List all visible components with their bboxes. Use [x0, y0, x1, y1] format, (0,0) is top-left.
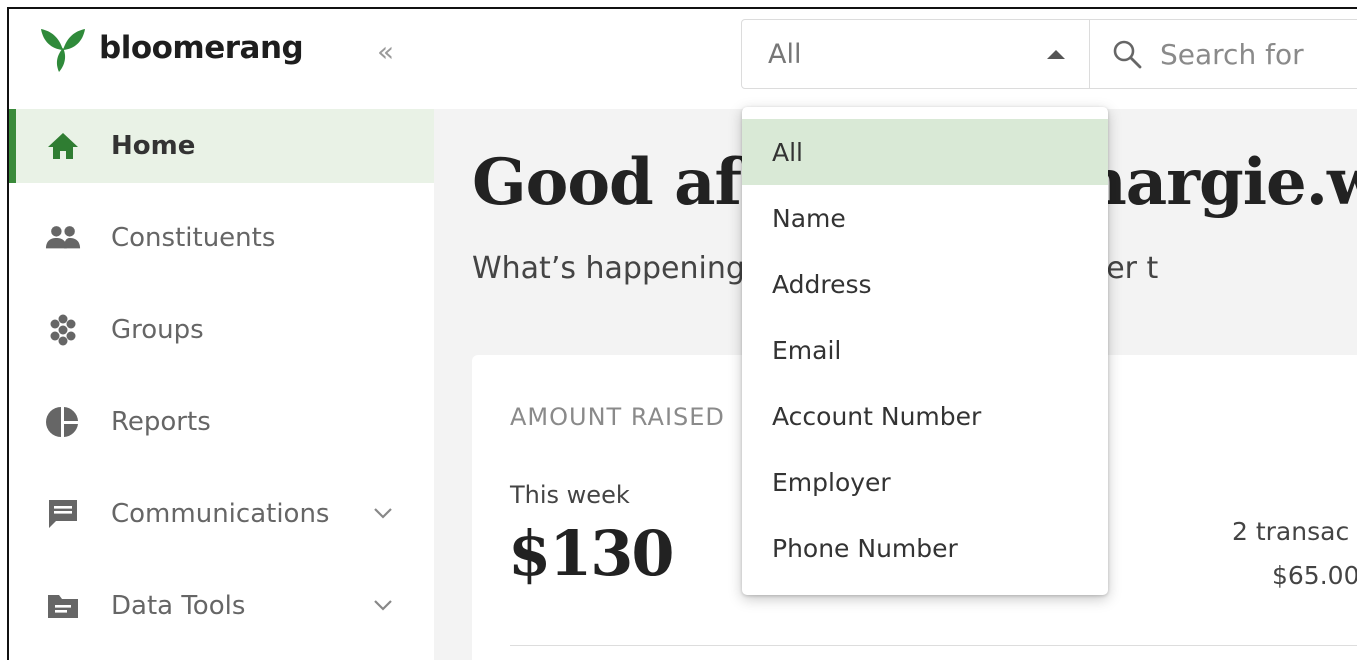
- amount-value: $130: [508, 517, 675, 590]
- sidebar-item-label: Reports: [111, 407, 211, 437]
- dropdown-option-employer[interactable]: Employer: [742, 449, 1108, 515]
- dropdown-option-email[interactable]: Email: [742, 317, 1108, 383]
- search-scope-select[interactable]: All: [742, 20, 1090, 88]
- sidebar-item-label: Communications: [111, 499, 330, 529]
- average-amount: $65.00: [1272, 561, 1357, 590]
- sidebar-item-label: Data Tools: [111, 591, 246, 621]
- sidebar-item-home[interactable]: Home: [9, 109, 434, 183]
- sidebar-item-label: Home: [111, 131, 196, 161]
- pie-chart-icon: [45, 404, 81, 440]
- sidebar-item-label: Constituents: [111, 223, 276, 253]
- caret-up-icon: [1047, 50, 1065, 59]
- search-icon: [1113, 40, 1142, 69]
- chevron-down-icon: [374, 600, 392, 611]
- logo[interactable]: bloomerang: [37, 23, 304, 73]
- dropdown-option-address[interactable]: Address: [742, 251, 1108, 317]
- dropdown-option-account-number[interactable]: Account Number: [742, 383, 1108, 449]
- transaction-count: 2 transac: [1232, 517, 1350, 546]
- people-icon: [45, 220, 81, 256]
- period-label: This week: [510, 481, 630, 509]
- home-icon: [45, 128, 81, 164]
- sidebar-item-label: Groups: [111, 315, 204, 345]
- sidebar-item-reports[interactable]: Reports: [9, 385, 434, 459]
- sidebar-item-data-tools[interactable]: Data Tools: [9, 569, 434, 643]
- divider: [510, 645, 1357, 646]
- sidebar: Home Constituents Groups Reports Communi…: [9, 109, 434, 660]
- search-field: [1090, 20, 1357, 88]
- search-scope-dropdown: All Name Address Email Account Number Em…: [742, 107, 1108, 595]
- chevron-down-icon: [374, 508, 392, 519]
- search-scope-value: All: [768, 38, 802, 70]
- message-icon: [45, 496, 81, 532]
- sidebar-item-communications[interactable]: Communications: [9, 477, 434, 551]
- app-window: bloomerang « All Home: [7, 7, 1357, 660]
- dropdown-option-all[interactable]: All: [742, 119, 1108, 185]
- search-bar: All: [741, 19, 1357, 89]
- dropdown-option-name[interactable]: Name: [742, 185, 1108, 251]
- sidebar-item-constituents[interactable]: Constituents: [9, 201, 434, 275]
- card-title: AMOUNT RAISED: [510, 403, 725, 431]
- search-input[interactable]: [1160, 37, 1357, 71]
- collapse-sidebar-button[interactable]: «: [377, 35, 394, 68]
- sidebar-item-groups[interactable]: Groups: [9, 293, 434, 367]
- bloomerang-logo-icon: [41, 29, 85, 72]
- brand-name: bloomerang: [99, 30, 304, 66]
- groups-icon: [45, 312, 81, 348]
- dropdown-option-phone-number[interactable]: Phone Number: [742, 515, 1108, 581]
- top-header: bloomerang « All: [9, 9, 1357, 109]
- folder-icon: [45, 588, 81, 624]
